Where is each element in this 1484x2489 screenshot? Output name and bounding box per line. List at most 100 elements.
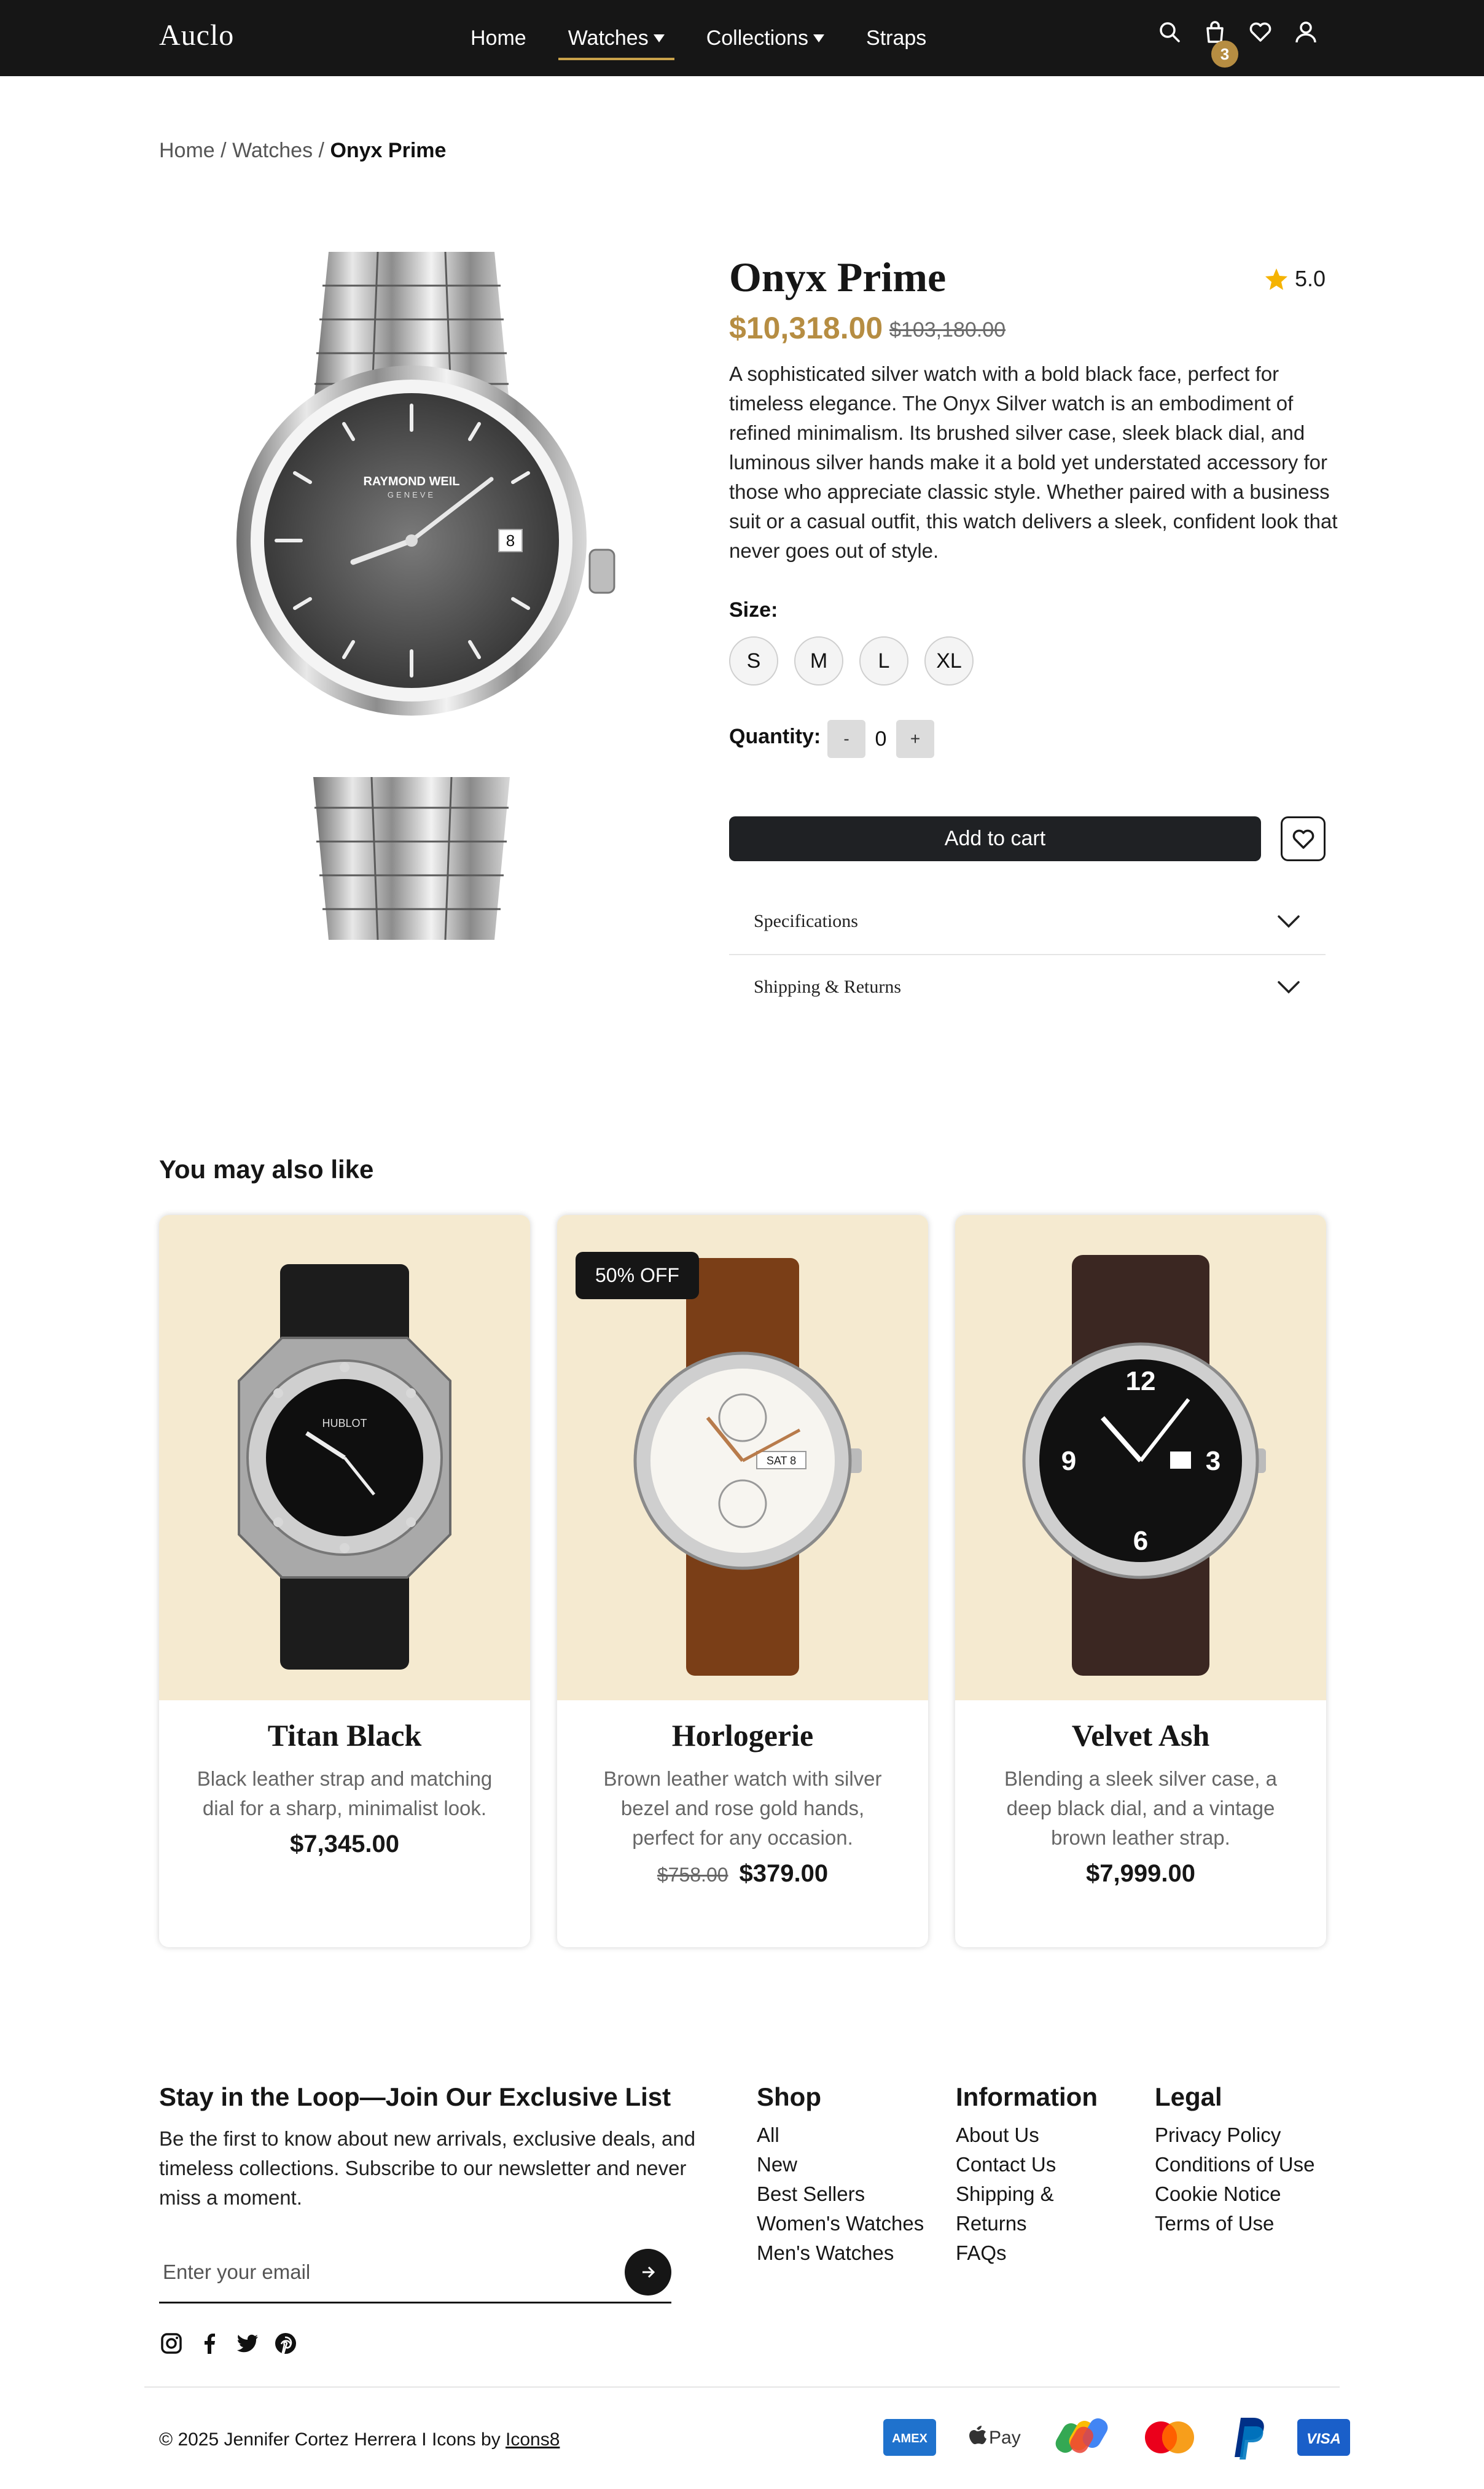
product-card-velvet-ash[interactable]: 12 3 6 9 Velvet Ash Blending a sleek silve… [955, 1215, 1326, 1947]
svg-text:6: 6 [1133, 1526, 1148, 1556]
product-card-name: Titan Black [267, 1718, 422, 1752]
accordion-specifications[interactable]: Specifications [729, 889, 1326, 954]
size-option-xl[interactable]: XL [924, 636, 974, 686]
svg-text:8: 8 [506, 531, 515, 550]
add-to-cart-button[interactable]: Add to cart [729, 816, 1261, 861]
nav-icons: 3 [1136, 20, 1318, 68]
footer-divider [144, 2386, 1340, 2388]
product-card-sale-price: $379.00 [739, 1860, 829, 1887]
footer-link-returns[interactable]: Returns [956, 2209, 1098, 2238]
pinterest-icon[interactable] [273, 2331, 298, 2356]
footer-link-conditions-of-use[interactable]: Conditions of Use [1155, 2150, 1314, 2179]
brand-logo[interactable]: Auclo [159, 18, 234, 52]
product-card-titan-black[interactable]: HUBLOT Titan Black Black leather strap a… [159, 1215, 530, 1947]
newsletter-email-field[interactable]: Enter your email [159, 2242, 671, 2303]
instagram-icon[interactable] [159, 2331, 184, 2356]
caret-down-icon [653, 34, 665, 42]
mastercard-icon [1141, 2419, 1198, 2456]
breadcrumb-current: Onyx Prime [330, 139, 447, 162]
product-card-old-price: $758.00 [657, 1864, 728, 1886]
rating-value: 5.0 [1295, 266, 1326, 291]
accordion-title: Specifications [754, 911, 858, 931]
product-rating: 5.0 [1264, 266, 1326, 292]
quantity-value[interactable]: 0 [865, 727, 896, 751]
nav-link-label: Watches [568, 26, 649, 50]
breadcrumb-home[interactable]: Home [159, 139, 215, 162]
quantity-label: Quantity: [729, 725, 821, 748]
apple-pay-icon: Pay [964, 2419, 1026, 2456]
footer-link-shipping[interactable]: Shipping & [956, 2179, 1098, 2209]
breadcrumb-watches[interactable]: Watches [232, 139, 313, 162]
nav-link-straps[interactable]: Straps [866, 0, 926, 76]
svg-text:AMEX: AMEX [892, 2432, 928, 2445]
cart-count-badge: 3 [1211, 41, 1238, 68]
footer-link-womens-watches[interactable]: Women's Watches [757, 2209, 924, 2238]
user-icon[interactable] [1294, 20, 1318, 44]
size-option-m[interactable]: M [794, 636, 843, 686]
recommendations-title: You may also like [159, 1155, 374, 1184]
footer-link-terms-of-use[interactable]: Terms of Use [1155, 2209, 1314, 2238]
quantity-decrease-button[interactable]: - [827, 720, 865, 758]
product-description: A sophisticated silver watch with a bold… [729, 362, 1338, 562]
quantity-increase-button[interactable]: + [896, 720, 934, 758]
accordion-shipping-returns[interactable]: Shipping & Returns [729, 955, 1326, 1020]
nav-link-collections[interactable]: Collections [706, 0, 825, 76]
chevron-down-icon [1278, 981, 1300, 994]
accordion-title: Shipping & Returns [754, 977, 902, 997]
email-placeholder: Enter your email [163, 2260, 311, 2283]
product-old-price: $103,180.00 [889, 318, 1006, 342]
visa-icon: VISA [1297, 2419, 1350, 2456]
nav-link-home[interactable]: Home [471, 0, 526, 76]
quantity-stepper: - 0 + [827, 720, 934, 758]
caret-down-icon [813, 34, 825, 42]
breadcrumb: Home / Watches / Onyx Prime [159, 139, 446, 163]
twitter-icon[interactable] [235, 2331, 260, 2356]
size-options: S M L XL [729, 636, 990, 686]
footer-link-all[interactable]: All [757, 2120, 924, 2150]
footer-link-privacy-policy[interactable]: Privacy Policy [1155, 2120, 1314, 2150]
product-card-name: Velvet Ash [1071, 1718, 1210, 1752]
footer-link-cookie-notice[interactable]: Cookie Notice [1155, 2179, 1314, 2209]
footer-link-mens-watches[interactable]: Men's Watches [757, 2238, 924, 2268]
nav-link-label: Collections [706, 26, 809, 50]
footer-column-title: Shop [757, 2082, 821, 2111]
product-card-price: $7,345.00 [290, 1831, 399, 1858]
breadcrumb-separator: / [318, 139, 324, 162]
icons8-link[interactable]: Icons8 [506, 2429, 560, 2450]
size-option-l[interactable]: L [859, 636, 908, 686]
wishlist-button[interactable] [1281, 816, 1326, 861]
discount-badge: 50% OFF [576, 1252, 699, 1299]
svg-text:12: 12 [1126, 1366, 1156, 1396]
nav-links: Home Watches Collections Straps [471, 0, 968, 76]
nav-link-watches[interactable]: Watches [558, 0, 674, 76]
copyright-text: © 2025 Jennifer Cortez Herrera I Icons b… [159, 2429, 560, 2450]
copyright-label: © 2025 Jennifer Cortez Herrera I Icons b… [159, 2429, 506, 2450]
shopping-bag-icon[interactable]: 3 [1203, 20, 1238, 68]
newsletter-submit-button[interactable] [625, 2248, 671, 2296]
footer-column-title: Information [956, 2082, 1098, 2111]
svg-text:Pay: Pay [989, 2428, 1021, 2448]
heart-icon[interactable] [1248, 20, 1273, 44]
search-icon[interactable] [1157, 20, 1182, 44]
footer-link-new[interactable]: New [757, 2150, 924, 2179]
size-label: Size: [729, 598, 778, 622]
footer-link-faqs[interactable]: FAQs [956, 2238, 1098, 2268]
newsletter-title: Stay in the Loop—Join Our Exclusive List [159, 2082, 671, 2111]
footer-link-contact-us[interactable]: Contact Us [956, 2150, 1098, 2179]
footer-link-best-sellers[interactable]: Best Sellers [757, 2179, 924, 2209]
product-card-description: Brown leather watch with silver bezel an… [603, 1767, 882, 1849]
facebook-icon[interactable] [197, 2331, 222, 2356]
social-links [159, 2331, 311, 2356]
product-card-image: HUBLOT [159, 1215, 530, 1700]
footer-column-title: Legal [1155, 2082, 1222, 2111]
product-image: 8 RAYMOND WEIL GENEVE [221, 243, 627, 949]
paypal-icon [1226, 2414, 1269, 2461]
svg-text:SAT 8: SAT 8 [767, 1455, 796, 1467]
product-card-horlogerie[interactable]: SAT 8 50% OFF Horlogerie Brown leather w… [557, 1215, 928, 1947]
nav-link-label: Straps [866, 26, 927, 50]
footer-link-about-us[interactable]: About Us [956, 2120, 1098, 2150]
top-navigation: Auclo Home Watches Collections Straps 3 [0, 0, 1484, 76]
size-option-s[interactable]: S [729, 636, 778, 686]
arrow-right-icon [642, 2266, 655, 2278]
footer-column-legal: Legal Privacy Policy Conditions of Use C… [1155, 2082, 1314, 2238]
